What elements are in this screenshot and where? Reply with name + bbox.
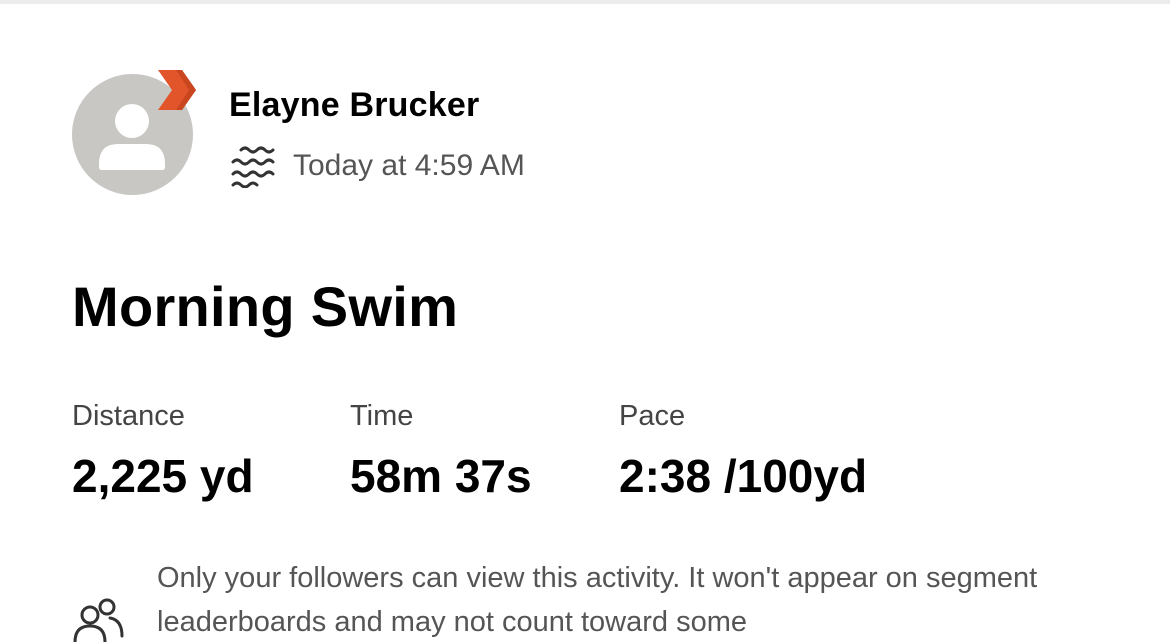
activity-title[interactable]: Morning Swim (72, 274, 458, 339)
stat-label: Pace (619, 400, 686, 432)
subscriber-badge-icon (156, 68, 200, 114)
stat-label: Distance (72, 400, 185, 432)
activity-header: Elayne Brucker Today at 4:59 AM (72, 68, 772, 198)
stat-value: 2:38 /100yd (619, 450, 868, 502)
stat-label: Time (350, 400, 414, 432)
athlete-name[interactable]: Elayne Brucker (229, 86, 479, 125)
privacy-notice: Only your followers can view this activi… (72, 556, 1072, 642)
privacy-text: Only your followers can view this activi… (157, 562, 1038, 638)
activity-timestamp: Today at 4:59 AM (293, 149, 525, 182)
stat-value: 58m 37s (350, 450, 532, 502)
activity-meta: Today at 4:59 AM (229, 144, 525, 188)
followers-icon (73, 598, 124, 642)
swim-icon (231, 146, 275, 188)
stat-distance: Distance 2,225 yd (72, 400, 254, 503)
top-divider (0, 0, 1170, 4)
stat-pace: Pace 2:38 /100yd (619, 400, 867, 503)
stat-value: 2,225 yd (72, 450, 254, 502)
activity-stats: Distance 2,225 yd Time 58m 37s Pace 2:38… (72, 400, 1072, 520)
stat-time: Time 58m 37s (350, 400, 532, 503)
